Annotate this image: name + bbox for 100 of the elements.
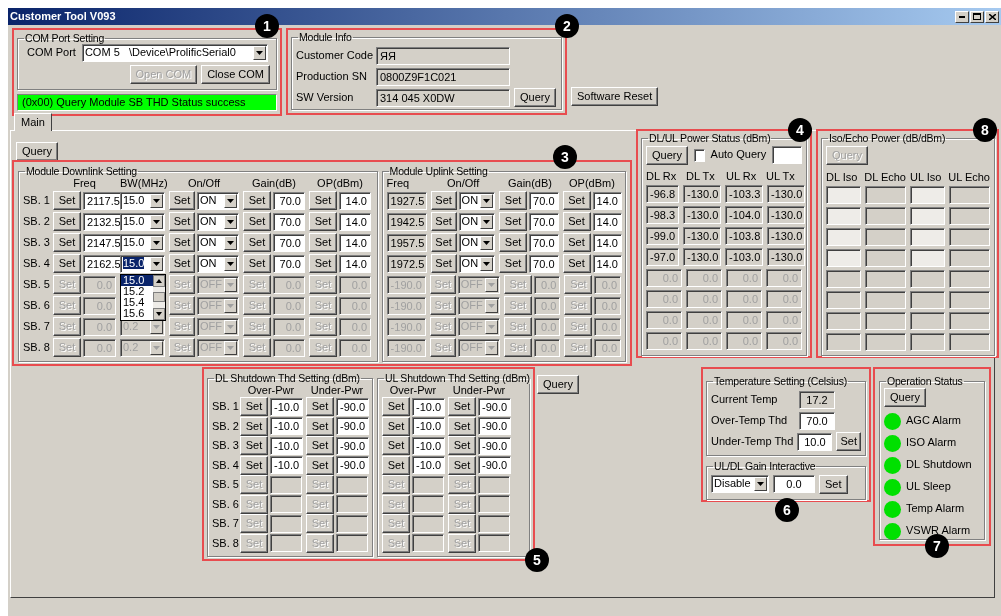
set-button[interactable]: Set <box>836 432 861 451</box>
value-field[interactable]: 70.0 <box>273 191 305 210</box>
dropdown[interactable]: 15.0 <box>120 233 165 252</box>
value-field[interactable]: 70.0 <box>529 212 559 231</box>
maximize-button[interactable] <box>970 10 984 23</box>
dropdown[interactable]: Disable <box>711 475 769 493</box>
dropdown-option[interactable]: 15.4 <box>121 296 153 308</box>
dropdown[interactable]: ON <box>197 191 239 210</box>
set-button[interactable]: Set <box>448 436 476 456</box>
value-field[interactable]: 70.0 <box>529 191 559 210</box>
dropdown[interactable]: ON <box>197 254 239 273</box>
dropdown[interactable]: ON <box>458 212 496 231</box>
set-button[interactable]: Set <box>306 455 334 475</box>
set-button[interactable]: Set <box>430 233 457 252</box>
set-button[interactable]: Set <box>243 191 271 210</box>
scroll-up-icon[interactable] <box>153 274 165 287</box>
checkbox[interactable] <box>693 148 705 162</box>
value-field[interactable]: -90.0 <box>478 436 512 455</box>
set-button[interactable]: Set <box>240 455 268 475</box>
value-field[interactable]: 70.0 <box>273 254 305 273</box>
set-button[interactable]: Set <box>562 191 591 210</box>
query-button[interactable]: Query <box>537 375 579 394</box>
value-field[interactable]: -10.0 <box>270 456 304 475</box>
value-field[interactable]: -10.0 <box>412 436 446 455</box>
dropdown-option[interactable]: 15.6 <box>121 307 153 319</box>
set-button[interactable]: Set <box>309 254 337 273</box>
set-button[interactable]: Set <box>306 416 334 436</box>
set-button[interactable]: Set <box>53 191 81 210</box>
value-field[interactable]: 70.0 <box>799 411 835 430</box>
com-button[interactable]: Close COM <box>201 65 270 84</box>
value-field[interactable]: 14.0 <box>339 233 371 252</box>
dropdown[interactable]: 15.0 <box>120 212 165 231</box>
value-field[interactable]: -90.0 <box>478 417 512 436</box>
set-button[interactable]: Set <box>309 191 337 210</box>
dropdown-option[interactable]: 15.0 <box>121 274 153 286</box>
scrollbar[interactable] <box>153 274 165 320</box>
scroll-thumb[interactable] <box>153 292 165 302</box>
set-button[interactable]: Set <box>243 233 271 252</box>
query-button[interactable]: Query <box>514 88 556 107</box>
value-field[interactable]: 70.0 <box>529 254 559 273</box>
value-field[interactable]: -90.0 <box>336 417 370 436</box>
set-button[interactable]: Set <box>430 212 457 231</box>
dropdown[interactable]: 15.0 <box>120 254 165 273</box>
set-button[interactable]: Set <box>382 436 410 456</box>
value-field[interactable]: -10.0 <box>412 456 446 475</box>
set-button[interactable]: Set <box>240 416 268 436</box>
set-button[interactable]: Set <box>53 212 81 231</box>
set-button[interactable]: Set <box>430 254 457 273</box>
value-field[interactable]: 14.0 <box>592 233 622 252</box>
close-button[interactable] <box>985 10 999 23</box>
set-button[interactable]: Set <box>306 436 334 456</box>
set-button[interactable]: Set <box>382 455 410 475</box>
set-button[interactable]: Set <box>169 191 195 210</box>
set-button[interactable]: Set <box>169 254 195 273</box>
set-button[interactable]: Set <box>382 397 410 417</box>
set-button[interactable]: Set <box>243 254 271 273</box>
query-button[interactable]: Query <box>646 145 688 165</box>
value-field[interactable]: -90.0 <box>478 397 512 416</box>
value-field[interactable]: -90.0 <box>336 436 370 455</box>
value-field[interactable]: 10.0 <box>797 432 833 451</box>
set-button[interactable]: Set <box>306 397 334 417</box>
set-button[interactable]: Set <box>309 212 337 231</box>
dropdown[interactable]: 15.0 <box>120 191 165 210</box>
value-field[interactable] <box>772 146 802 164</box>
value-field[interactable]: 0.0 <box>773 475 815 493</box>
value-field[interactable]: -10.0 <box>412 417 446 436</box>
value-field[interactable]: 70.0 <box>273 212 305 231</box>
dropdown[interactable]: ON <box>197 233 239 252</box>
set-button[interactable]: Set <box>499 254 528 273</box>
dropdown[interactable]: ON <box>197 212 239 231</box>
software-reset-button[interactable]: Software Reset <box>571 87 659 106</box>
set-button[interactable]: Set <box>53 254 81 273</box>
set-button[interactable]: Set <box>169 212 195 231</box>
value-field[interactable]: 14.0 <box>592 254 622 273</box>
value-field[interactable]: 70.0 <box>273 233 305 252</box>
minimize-button[interactable] <box>955 10 969 23</box>
set-button[interactable]: Set <box>562 233 591 252</box>
value-field[interactable]: -10.0 <box>270 397 304 416</box>
set-button[interactable]: Set <box>819 474 848 494</box>
value-field[interactable]: -10.0 <box>270 436 304 455</box>
set-button[interactable]: Set <box>240 397 268 417</box>
set-button[interactable]: Set <box>382 416 410 436</box>
dropdown[interactable]: ON <box>458 254 496 273</box>
set-button[interactable]: Set <box>448 455 476 475</box>
value-field[interactable]: 14.0 <box>339 191 371 210</box>
value-field[interactable]: -10.0 <box>412 397 446 416</box>
set-button[interactable]: Set <box>309 233 337 252</box>
value-field[interactable]: 14.0 <box>339 254 371 273</box>
set-button[interactable]: Set <box>499 191 528 210</box>
dropdown[interactable]: COM 5 \Device\ProlificSerial0 <box>81 44 268 62</box>
set-button[interactable]: Set <box>499 233 528 252</box>
set-button[interactable]: Set <box>499 212 528 231</box>
set-button[interactable]: Set <box>169 233 195 252</box>
value-field[interactable]: 70.0 <box>529 233 559 252</box>
set-button[interactable]: Set <box>448 416 476 436</box>
set-button[interactable]: Set <box>448 397 476 417</box>
value-field[interactable]: 14.0 <box>592 191 622 210</box>
value-field[interactable]: 14.0 <box>592 212 622 231</box>
set-button[interactable]: Set <box>562 254 591 273</box>
scroll-down-icon[interactable] <box>153 307 165 320</box>
